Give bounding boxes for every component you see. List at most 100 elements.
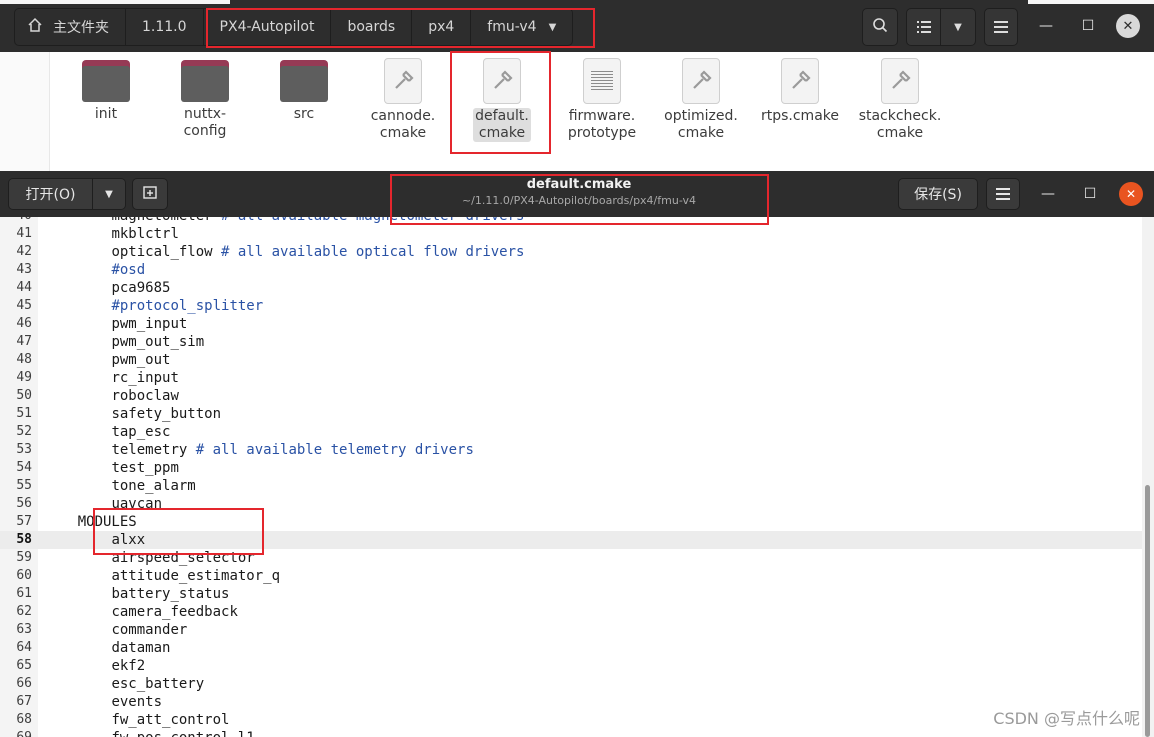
code-line[interactable]: 65 ekf2 (0, 657, 1142, 675)
code-text: camera_feedback (44, 603, 237, 621)
view-toggle-group[interactable]: ▼ (906, 8, 976, 46)
code-token: ekf2 (44, 658, 146, 674)
line-number: 64 (16, 640, 32, 655)
line-number: 54 (16, 460, 32, 475)
line-number: 60 (16, 568, 32, 583)
code-line[interactable]: 51 safety_button (0, 405, 1142, 423)
code-line[interactable]: 42 optical_flow # all available optical … (0, 243, 1142, 261)
code-line[interactable]: 63 commander (0, 621, 1142, 639)
code-line[interactable]: 45 #protocol_splitter (0, 297, 1142, 315)
close-button[interactable]: ✕ (1116, 14, 1140, 38)
breadcrumb-label: px4 (428, 19, 455, 35)
code-line[interactable]: 55 tone_alarm (0, 477, 1142, 495)
code-line[interactable]: 48 pwm_out (0, 351, 1142, 369)
file-item-cannode-cmake[interactable]: cannode. cmake (357, 58, 449, 142)
search-button[interactable] (862, 8, 898, 46)
breadcrumb-px4[interactable]: px4 (412, 9, 472, 45)
code-text: fw_pos_control_l1 (44, 729, 254, 737)
code-line[interactable]: 68 fw_att_control (0, 711, 1142, 729)
line-number: 55 (16, 478, 32, 493)
editor-menu-button[interactable] (986, 178, 1020, 210)
code-token: esc_battery (44, 676, 205, 692)
breadcrumb-1-11-0[interactable]: 1.11.0 (126, 9, 204, 45)
code-line[interactable]: 49 rc_input (0, 369, 1142, 387)
open-button[interactable]: 打开(O) (9, 179, 93, 209)
code-view[interactable]: 40 magnetometer # all available magnetom… (0, 217, 1142, 737)
file-label: default. cmake (473, 108, 531, 142)
line-number: 41 (16, 226, 32, 241)
file-item-rtps-cmake[interactable]: rtps.cmake (754, 58, 846, 125)
code-line[interactable]: 53 telemetry # all available telemetry d… (0, 441, 1142, 459)
code-token: pwm_out (44, 352, 171, 368)
file-item-src[interactable]: src (258, 58, 350, 123)
file-manager-headerbar: 主文件夹 1.11.0 PX4-Autopilot boards px4 fmu… (0, 0, 1154, 52)
code-line[interactable]: 40 magnetometer # all available magnetom… (0, 217, 1142, 225)
code-text: #osd (44, 261, 145, 279)
code-token: tone_alarm (44, 478, 196, 494)
breadcrumb-home[interactable]: 主文件夹 (15, 9, 126, 45)
hamburger-menu-button[interactable] (984, 8, 1018, 46)
line-number: 69 (0, 729, 32, 737)
code-line[interactable]: 54 test_ppm (0, 459, 1142, 477)
line-number: 53 (16, 442, 32, 457)
line-number: 40 (0, 217, 32, 225)
open-recent-dropdown[interactable]: ▼ (93, 179, 125, 209)
code-line[interactable]: 44 pca9685 (0, 279, 1142, 297)
breadcrumb-fmu-v4[interactable]: fmu-v4 ▼ (471, 9, 572, 45)
code-line[interactable]: 61 battery_status (0, 585, 1142, 603)
file-label: firmware. prototype (567, 108, 637, 141)
code-line[interactable]: 41 mkblctrl (0, 225, 1142, 243)
code-token: optical_flow (44, 244, 213, 260)
code-line[interactable]: 69 fw_pos_control_l1 (0, 729, 1142, 737)
code-line[interactable]: 56 uavcan (0, 495, 1142, 513)
line-number: 65 (16, 658, 32, 673)
code-line[interactable]: 62 camera_feedback (0, 603, 1142, 621)
line-number: 48 (16, 352, 32, 367)
file-item-nuttx-config[interactable]: nuttx- config (159, 58, 251, 140)
code-line[interactable]: 59 airspeed_selector (0, 549, 1142, 567)
menu-icon (996, 185, 1010, 204)
code-token: roboclaw (44, 388, 179, 404)
scrollbar-thumb[interactable] (1145, 485, 1150, 737)
document-title: default.cmake (526, 177, 632, 192)
maximize-button[interactable]: ☐ (1076, 14, 1100, 38)
breadcrumb-px4-autopilot[interactable]: PX4-Autopilot (204, 9, 332, 45)
breadcrumb-boards[interactable]: boards (331, 9, 413, 45)
new-tab-button[interactable] (132, 178, 168, 210)
code-line[interactable]: 60 attitude_estimator_q (0, 567, 1142, 585)
code-line[interactable]: 43 #osd (0, 261, 1142, 279)
line-number: 49 (16, 370, 32, 385)
vertical-scrollbar[interactable] (1142, 217, 1154, 737)
code-line[interactable]: 66 esc_battery (0, 675, 1142, 693)
watermark: CSDN @写点什么呢 (993, 709, 1140, 728)
save-button[interactable]: 保存(S) (898, 178, 978, 210)
file-label: init (94, 106, 118, 122)
code-line[interactable]: 67 events (0, 693, 1142, 711)
file-item-firmware-prototype[interactable]: firmware. prototype (556, 58, 648, 142)
code-line[interactable]: 64 dataman (0, 639, 1142, 657)
code-comment: # all available optical flow drivers (212, 244, 525, 260)
minimize-button[interactable]: — (1034, 14, 1058, 38)
breadcrumb-label: PX4-Autopilot (219, 19, 315, 35)
code-line[interactable]: 52 tap_esc (0, 423, 1142, 441)
code-line[interactable]: 46 pwm_input (0, 315, 1142, 333)
breadcrumb-home-label: 主文件夹 (53, 20, 109, 36)
code-line[interactable]: 47 pwm_out_sim (0, 333, 1142, 351)
editor-close-button[interactable]: ✕ (1119, 182, 1143, 206)
code-comment: #protocol_splitter (44, 298, 264, 314)
code-text: attitude_estimator_q (44, 567, 280, 585)
file-item-optimized-cmake[interactable]: optimized. cmake (655, 58, 747, 142)
code-line[interactable]: 58 alxx (0, 531, 1142, 549)
line-number: 43 (16, 262, 32, 277)
home-icon (27, 17, 43, 37)
code-line[interactable]: 50 roboclaw (0, 387, 1142, 405)
file-item-init[interactable]: init (60, 58, 152, 123)
menu-icon (994, 18, 1008, 37)
file-item-stackcheck-cmake[interactable]: stackcheck. cmake (854, 58, 946, 142)
code-comment: #osd (44, 262, 146, 278)
file-item-default-cmake[interactable]: default. cmake (456, 58, 548, 142)
code-line[interactable]: 57 MODULES (0, 513, 1142, 531)
editor-minimize-button[interactable]: — (1036, 182, 1060, 206)
code-token: pwm_input (44, 316, 188, 332)
editor-maximize-button[interactable]: ☐ (1078, 182, 1102, 206)
